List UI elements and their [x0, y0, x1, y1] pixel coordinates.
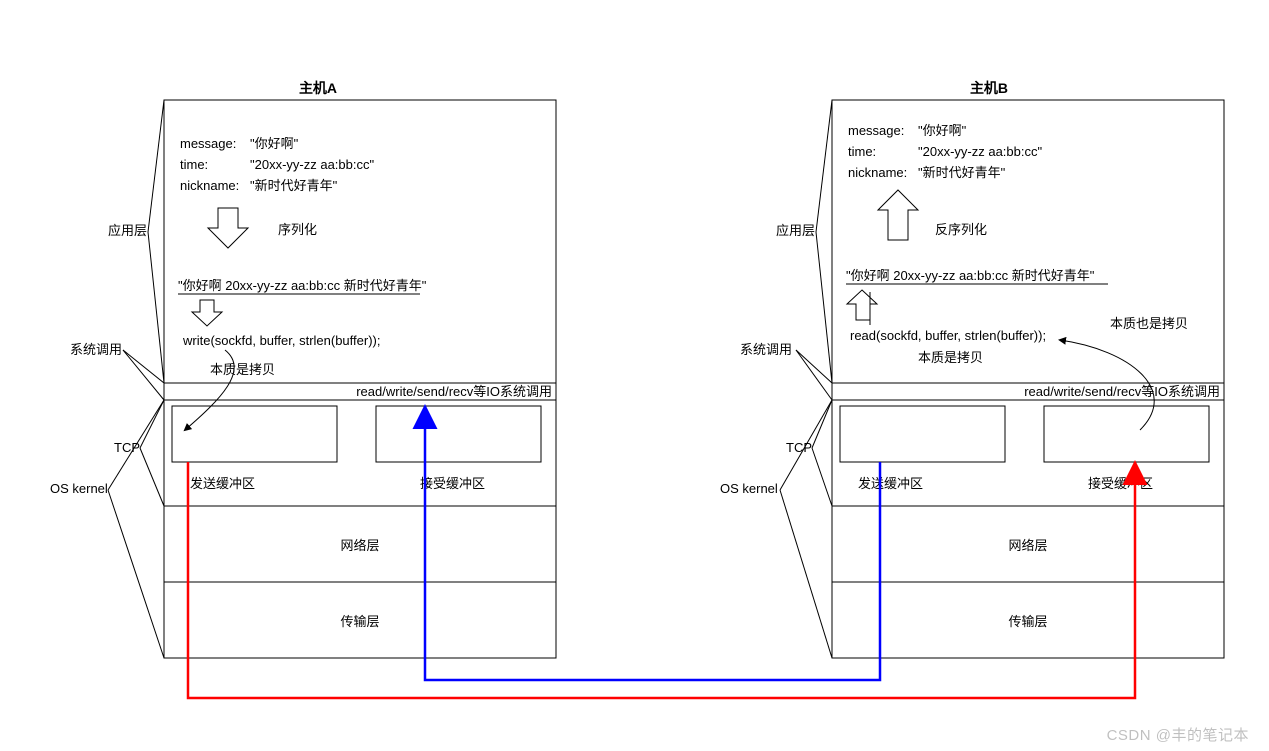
- host-b-send-buf-box: [840, 406, 1005, 462]
- host-a-net-label: 网络层: [340, 538, 379, 553]
- host-a-send-buf-box: [172, 406, 337, 462]
- host-b-recv-buf-label: 接受缓冲区: [1088, 476, 1153, 491]
- side-a-app-line-top: [148, 100, 164, 232]
- host-b-io-label: read/write/send/recv等IO系统调用: [1024, 384, 1220, 399]
- host-a-msg-value: "你好啊": [250, 136, 299, 151]
- small-up-arrow-icon: [847, 290, 877, 320]
- host-b-recv-buf-box: [1044, 406, 1209, 462]
- host-b-msg-label: message:: [848, 123, 904, 138]
- host-b-title: 主机B: [970, 80, 1008, 96]
- host-a-copy-note: 本质是拷贝: [210, 362, 275, 377]
- side-b-syscall: 系统调用: [740, 342, 792, 357]
- host-a-serialized: "你好啊 20xx-yy-zz aa:bb:cc 新时代好青年": [178, 278, 427, 293]
- watermark: CSDN @丰的笔记本: [1107, 724, 1249, 745]
- serialize-arrow-icon: [208, 208, 248, 248]
- host-a-nick-value: "新时代好青年": [250, 178, 338, 193]
- deserialize-arrow-icon: [878, 190, 918, 240]
- host-a-time-label: time:: [180, 157, 208, 172]
- host-a-msg-label: message:: [180, 136, 236, 151]
- host-a-send-buf-label: 发送缓冲区: [190, 476, 255, 491]
- side-b-os-line-bot: [780, 490, 832, 658]
- host-a-nick-label: nickname:: [180, 178, 239, 193]
- host-b-trans-label: 传输层: [1008, 614, 1047, 629]
- host-b-group: 主机B message: "你好啊" time: "20xx-yy-zz aa:…: [832, 80, 1224, 658]
- host-b-nick-label: nickname:: [848, 165, 907, 180]
- host-a-recv-buf-label: 接受缓冲区: [420, 476, 485, 491]
- host-b-time-value: "20xx-yy-zz aa:bb:cc": [918, 144, 1042, 159]
- host-b-send-buf-label: 发送缓冲区: [858, 476, 923, 491]
- host-a-time-value: "20xx-yy-zz aa:bb:cc": [250, 157, 374, 172]
- host-b-net-label: 网络层: [1008, 538, 1047, 553]
- side-a-syscall: 系统调用: [70, 342, 122, 357]
- side-b-tcp-line-top: [812, 400, 832, 448]
- host-a-group: 主机A message: "你好啊" time: "20xx-yy-zz aa:…: [164, 80, 556, 658]
- host-a-trans-label: 传输层: [340, 614, 379, 629]
- side-b-app-line-top: [816, 100, 832, 232]
- side-a-syscall-line-top: [123, 350, 164, 383]
- host-b-copy-note: 本质是拷贝: [918, 350, 983, 365]
- side-b-oskernel: OS kernel: [720, 481, 778, 496]
- side-b-syscall-line-bot: [796, 350, 832, 400]
- side-a-tcp: TCP: [114, 440, 140, 455]
- side-b-app-line-bot: [816, 232, 832, 383]
- host-b-copy-note2: 本质也是拷贝: [1110, 316, 1188, 331]
- small-down-arrow-icon: [192, 300, 222, 326]
- side-b-syscall-line-top: [796, 350, 832, 383]
- host-a-io-label: read/write/send/recv等IO系统调用: [356, 384, 552, 399]
- host-a-serialize-label: 序列化: [278, 222, 317, 237]
- host-b-time-label: time:: [848, 144, 876, 159]
- side-b-app-layer: 应用层: [776, 223, 815, 238]
- host-b-deserialize-label: 反序列化: [935, 222, 987, 237]
- side-a-os-line-bot: [108, 490, 164, 658]
- side-a-oskernel: OS kernel: [50, 481, 108, 496]
- side-a-app-layer: 应用层: [108, 223, 147, 238]
- host-b-read-call: read(sockfd, buffer, strlen(buffer));: [850, 328, 1046, 343]
- host-a-write-call: write(sockfd, buffer, strlen(buffer));: [182, 333, 380, 348]
- side-a-syscall-line-bot: [123, 350, 164, 400]
- side-a-tcp-line-top: [140, 400, 164, 448]
- red-flow-arrow: [188, 462, 1135, 698]
- side-a-tcp-line-bot: [140, 448, 164, 506]
- side-a-app-line-bot: [148, 232, 164, 383]
- host-b-nick-value: "新时代好青年": [918, 165, 1006, 180]
- host-a-title: 主机A: [299, 80, 337, 96]
- side-b-tcp-line-bot: [812, 448, 832, 506]
- host-b-serialized: "你好啊 20xx-yy-zz aa:bb:cc 新时代好青年": [846, 268, 1095, 283]
- host-a-recv-buf-box: [376, 406, 541, 462]
- host-b-msg-value: "你好啊": [918, 123, 967, 138]
